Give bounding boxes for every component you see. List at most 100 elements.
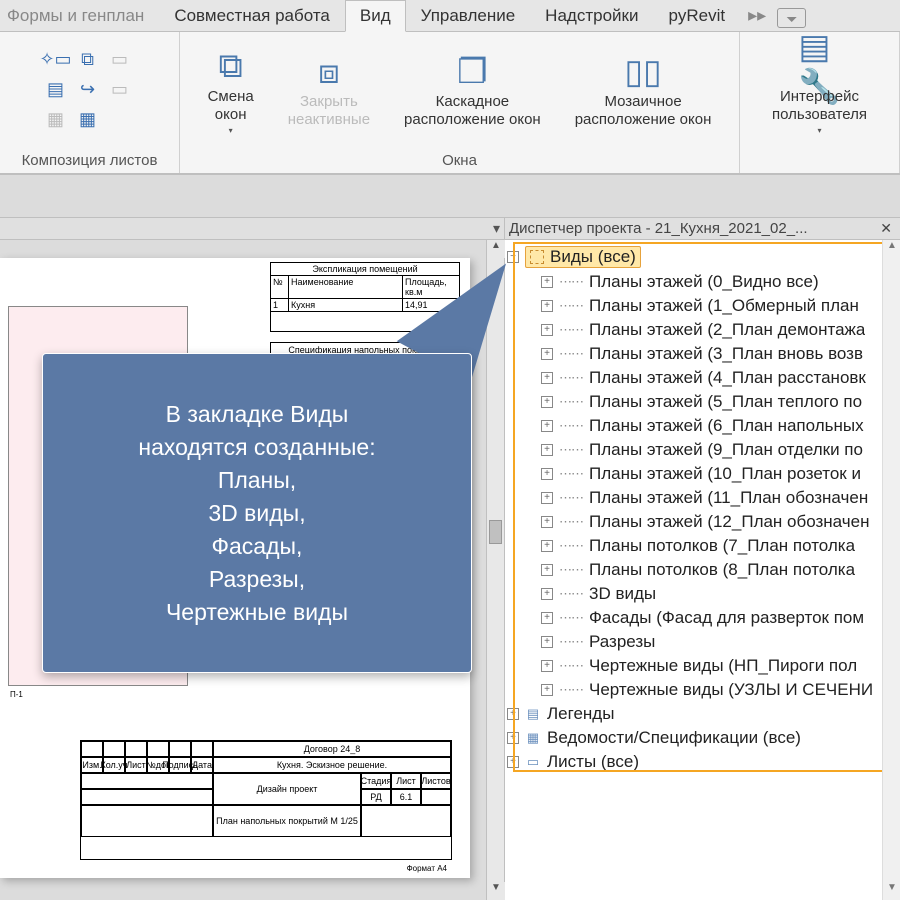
scroll-thumb[interactable] (489, 520, 502, 544)
tree-item[interactable]: ⋯⋯Планы этажей (9_План отделки по (541, 438, 900, 462)
view-options-bar[interactable]: ▾ (0, 218, 504, 240)
tree-toggle-icon[interactable] (541, 396, 553, 408)
sheet-revision-icon[interactable]: ↪ (76, 78, 100, 100)
sheet-6-icon[interactable]: ▭ (108, 78, 132, 100)
scroll-down-icon[interactable]: ▼ (883, 882, 900, 900)
tree-item[interactable]: ⋯⋯Планы этажей (6_План напольных (541, 414, 900, 438)
tabs-collapse-icon[interactable]: ⏷ (777, 8, 806, 28)
tree-toggle-icon[interactable] (541, 516, 553, 528)
ribbon-group-ui: ▤🔧 Интерфейс пользователя ▾ (740, 32, 900, 173)
switch-windows-icon: ⧉ (210, 48, 252, 86)
tree-item[interactable]: ⋯⋯Чертежные виды (УЗЛЫ И СЕЧЕНИ (541, 678, 900, 702)
tab-addins[interactable]: Надстройки (530, 0, 653, 31)
title-block: Договор 24_8 Изм.Кол.учЛист№докПодписьДа… (80, 740, 452, 860)
tree-item[interactable]: ⋯⋯Планы этажей (10_План розеток и (541, 462, 900, 486)
tree-legends[interactable]: ▤ Легенды (507, 702, 900, 726)
tree-toggle-icon[interactable] (541, 372, 553, 384)
sheet-grid-icon[interactable]: ▦ (44, 108, 68, 130)
tree-toggle-icon[interactable] (541, 300, 553, 312)
tree-item[interactable]: ⋯⋯Планы потолков (7_План потолка (541, 534, 900, 558)
tree-item[interactable]: ⋯⋯Разрезы (541, 630, 900, 654)
tree-toggle-icon[interactable] (541, 588, 553, 600)
project-tree[interactable]: Виды (все) ⋯⋯Планы этажей (0_Видно все)⋯… (507, 244, 900, 774)
tree-toggle-icon[interactable] (541, 348, 553, 360)
tree-item[interactable]: ⋯⋯Чертежные виды (НП_Пироги пол (541, 654, 900, 678)
tree-dots: ⋯⋯ (559, 634, 583, 650)
tab-pyrevit[interactable]: pyRevit (653, 0, 740, 31)
scroll-up-icon[interactable]: ▲ (883, 240, 900, 258)
tree-dots: ⋯⋯ (559, 562, 583, 578)
project-browser-panel: Диспетчер проекта - 21_Кухня_2021_02_...… (505, 218, 900, 900)
tree-item[interactable]: ⋯⋯Фасады (Фасад для разверток пом (541, 606, 900, 630)
tree-item[interactable]: ⋯⋯Планы этажей (0_Видно все) (541, 270, 900, 294)
tree-toggle-icon[interactable] (507, 756, 519, 768)
tree-dots: ⋯⋯ (559, 610, 583, 626)
ribbon-group-sheets: ✧▭ ⧉ ▭ ▤ ↪ ▭ ▦ ▦ Композиция листов (0, 32, 180, 173)
tree-toggle-icon[interactable] (541, 444, 553, 456)
ribbon-tabs: Формы и генплан Совместная работа Вид Уп… (0, 0, 900, 32)
tab-forms-genplan[interactable]: Формы и генплан (0, 0, 159, 31)
chevron-down-icon: ▾ (229, 126, 233, 135)
tree-sheets[interactable]: ▭ Листы (все) (507, 750, 900, 774)
canvas-area: ▾ П-1 Экспликация помещений № Наименован… (0, 218, 505, 900)
tree-root-views[interactable]: Виды (все) (507, 244, 900, 270)
tree-dots: ⋯⋯ (559, 346, 583, 362)
tree-toggle-icon[interactable] (541, 324, 553, 336)
tree-container: Виды (все) ⋯⋯Планы этажей (0_Видно все)⋯… (505, 240, 900, 900)
tree-toggle-icon[interactable] (541, 660, 553, 672)
tree-item[interactable]: ⋯⋯Планы этажей (1_Обмерный план (541, 294, 900, 318)
tree-toggle-icon[interactable] (507, 708, 519, 720)
sheet-titleblock-icon[interactable]: ▤ (44, 78, 68, 100)
ribbon-group-windows: ⧉ Смена окон ▾ ⧈ Закрыть неактивные ❐ Ка… (180, 32, 740, 173)
tree-item[interactable]: ⋯⋯Планы этажей (5_План теплого по (541, 390, 900, 414)
close-inactive-icon: ⧈ (308, 53, 350, 91)
cascade-windows-button[interactable]: ❐ Каскадное расположение окон (404, 53, 541, 129)
tree-item[interactable]: ⋯⋯Планы этажей (3_План вновь возв (541, 342, 900, 366)
tab-view[interactable]: Вид (345, 0, 406, 32)
tree-toggle-icon[interactable] (541, 420, 553, 432)
tree-item[interactable]: ⋯⋯Планы этажей (2_План демонтажа (541, 318, 900, 342)
sheet-3-icon[interactable]: ▭ (108, 48, 132, 70)
panel-close-icon[interactable]: ✕ (876, 220, 896, 237)
views-icon (530, 250, 544, 264)
panel-vertical-scrollbar[interactable]: ▲ ▼ (882, 240, 900, 900)
sheet-new-icon[interactable]: ✧▭ (44, 48, 68, 70)
tree-toggle-icon[interactable] (541, 612, 553, 624)
tree-toggle-icon[interactable] (541, 684, 553, 696)
tree-dots: ⋯⋯ (559, 394, 583, 410)
tree-item[interactable]: ⋯⋯Планы этажей (12_План обозначен (541, 510, 900, 534)
ui-icon: ▤🔧 (799, 48, 841, 86)
user-interface-button[interactable]: ▤🔧 Интерфейс пользователя ▾ (772, 48, 867, 135)
tabs-overflow-icon[interactable]: ▸▸ (740, 0, 774, 31)
tree-dots: ⋯⋯ (559, 442, 583, 458)
plan-label: П-1 (10, 690, 23, 699)
legend-icon: ▤ (525, 707, 541, 721)
switch-windows-button[interactable]: ⧉ Смена окон ▾ (208, 48, 254, 135)
tree-item[interactable]: ⋯⋯3D виды (541, 582, 900, 606)
tree-toggle-icon[interactable] (541, 540, 553, 552)
tree-toggle-icon[interactable] (507, 732, 519, 744)
tree-toggle-icon[interactable] (541, 636, 553, 648)
tree-toggle-icon[interactable] (541, 492, 553, 504)
ribbon-separator (0, 174, 900, 218)
sheet-guide-icon[interactable]: ▦ (76, 108, 100, 130)
panel-title-bar[interactable]: Диспетчер проекта - 21_Кухня_2021_02_...… (505, 218, 900, 240)
tab-manage[interactable]: Управление (406, 0, 531, 31)
tree-schedules[interactable]: ▦ Ведомости/Спецификации (все) (507, 726, 900, 750)
tile-windows-button[interactable]: ▯▯ Мозаичное расположение окон (575, 53, 712, 129)
scroll-down-icon[interactable]: ▼ (487, 882, 505, 900)
tree-toggle-icon[interactable] (507, 251, 519, 263)
tab-collaborate[interactable]: Совместная работа (159, 0, 345, 31)
tree-toggle-icon[interactable] (541, 276, 553, 288)
tile-icon: ▯▯ (622, 53, 664, 91)
tree-toggle-icon[interactable] (541, 468, 553, 480)
tree-toggle-icon[interactable] (541, 564, 553, 576)
ribbon-panel: ✧▭ ⧉ ▭ ▤ ↪ ▭ ▦ ▦ Композиция листов ⧉ Сме… (0, 32, 900, 174)
tree-item[interactable]: ⋯⋯Планы этажей (11_План обозначен (541, 486, 900, 510)
sheet-dup-icon[interactable]: ⧉ (76, 48, 100, 70)
cascade-icon: ❐ (451, 53, 493, 91)
tree-item[interactable]: ⋯⋯Планы потолков (8_План потолка (541, 558, 900, 582)
tree-dots: ⋯⋯ (559, 418, 583, 434)
tree-item[interactable]: ⋯⋯Планы этажей (4_План расстановк (541, 366, 900, 390)
tree-dots: ⋯⋯ (559, 658, 583, 674)
